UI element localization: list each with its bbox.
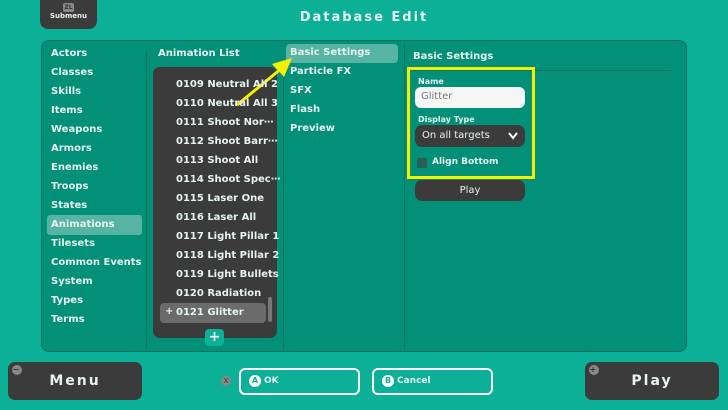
list-item[interactable]: 0121 Glitter	[176, 307, 244, 318]
sidebar-item-actors[interactable]: Actors	[51, 48, 87, 59]
sidebar-item-classes[interactable]: Classes	[51, 67, 93, 78]
basic-settings-title: Basic Settings	[413, 51, 494, 62]
add-animation-button[interactable]: +	[205, 329, 224, 346]
list-item[interactable]: 0119 Light Bullets	[176, 269, 279, 280]
ok-button[interactable]: A OK	[239, 368, 360, 395]
display-type-select[interactable]: On all targets	[415, 125, 525, 147]
tab-basic-settings[interactable]: Basic Settings	[290, 47, 370, 58]
list-item[interactable]: 0112 Shoot Barr⋯	[176, 136, 278, 147]
display-type-label: Display Type	[418, 115, 475, 124]
x-key-icon: X	[221, 376, 231, 386]
list-item[interactable]: 0117 Light Pillar 1	[176, 231, 279, 242]
play-animation-button[interactable]: Play	[415, 180, 525, 201]
name-input[interactable]: Glitter	[415, 87, 525, 108]
sidebar-item-weapons[interactable]: Weapons	[51, 124, 102, 135]
tab-sfx[interactable]: SFX	[290, 85, 312, 96]
tab-particle-fx[interactable]: Particle FX	[290, 66, 351, 77]
list-item[interactable]: 0115 Laser One	[176, 193, 264, 204]
align-bottom-label: Align Bottom	[432, 157, 499, 167]
sidebar-item-system[interactable]: System	[51, 276, 93, 287]
align-bottom-checkbox[interactable]	[417, 158, 427, 168]
divider	[404, 44, 405, 350]
display-type-value: On all targets	[422, 130, 490, 141]
sidebar-item-states[interactable]: States	[51, 200, 87, 211]
ok-label: OK	[264, 376, 279, 386]
cancel-label: Cancel	[397, 376, 431, 386]
list-item[interactable]: 0118 Light Pillar 2	[176, 250, 279, 261]
sidebar-item-common-events[interactable]: Common Events	[51, 257, 142, 268]
sidebar-item-animations[interactable]: Animations	[51, 219, 115, 230]
database-panel	[41, 40, 687, 352]
play-label: Play	[631, 373, 673, 389]
tab-preview[interactable]: Preview	[290, 123, 335, 134]
menu-label: Menu	[49, 373, 101, 389]
sidebar-item-skills[interactable]: Skills	[51, 86, 81, 97]
chevron-down-icon	[508, 132, 518, 140]
minus-icon: −	[12, 365, 22, 375]
sidebar-item-troops[interactable]: Troops	[51, 181, 89, 192]
plus-icon: +	[589, 365, 599, 375]
sidebar-item-tilesets[interactable]: Tilesets	[51, 238, 95, 249]
scrollbar[interactable]	[268, 297, 272, 322]
sidebar-item-types[interactable]: Types	[51, 295, 83, 306]
sidebar-item-items[interactable]: Items	[51, 105, 83, 116]
list-item[interactable]: 0113 Shoot All	[176, 155, 258, 166]
list-item[interactable]: 0114 Shoot Spec⋯	[176, 174, 281, 185]
expand-icon: +	[165, 306, 174, 317]
list-item[interactable]: 0120 Radiation	[176, 288, 261, 299]
divider	[146, 50, 147, 350]
page-title: Database Edit	[299, 10, 429, 25]
tab-flash[interactable]: Flash	[290, 104, 320, 115]
list-item[interactable]: 0109 Neutral All 2	[176, 79, 278, 90]
list-item[interactable]: 0111 Shoot Nor⋯	[176, 117, 274, 128]
sidebar-item-armors[interactable]: Armors	[51, 143, 92, 154]
b-key-icon: B	[382, 375, 394, 387]
name-label: Name	[418, 77, 444, 86]
list-item[interactable]: 0116 Laser All	[176, 212, 256, 223]
animation-list-title: Animation List	[158, 48, 240, 59]
cancel-button[interactable]: B Cancel	[372, 368, 493, 395]
a-key-icon: A	[249, 375, 261, 387]
menu-button[interactable]: − Menu	[8, 362, 142, 400]
sidebar-item-terms[interactable]: Terms	[51, 314, 85, 325]
list-item[interactable]: 0110 Neutral All 3	[176, 98, 278, 109]
play-button[interactable]: + Play	[585, 362, 719, 400]
sidebar-item-enemies[interactable]: Enemies	[51, 162, 98, 173]
